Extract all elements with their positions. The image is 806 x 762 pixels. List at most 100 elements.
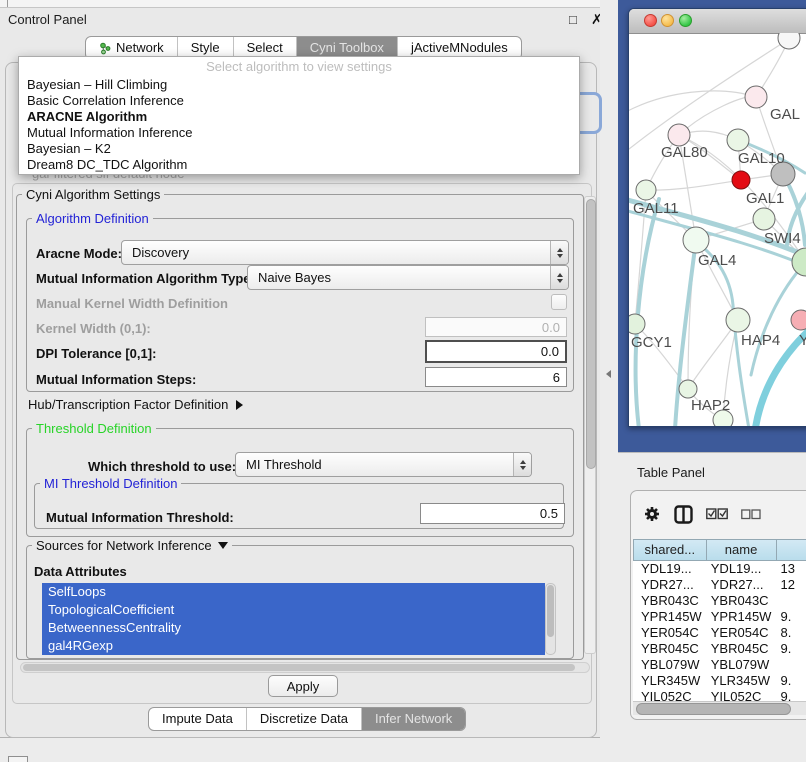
table-row[interactable]: YBR043CYBR043C	[633, 593, 806, 609]
network-node[interactable]	[679, 380, 697, 398]
table-row[interactable]: YBL079WYBL079W	[633, 657, 806, 673]
table-row[interactable]: YDR27...YDR27...12	[633, 577, 806, 593]
zoom-window-icon[interactable]	[679, 14, 692, 27]
collapse-icon[interactable]	[218, 542, 228, 549]
threshold-definition-title: Threshold Definition	[32, 421, 156, 436]
node-label: GAL11	[633, 200, 679, 217]
table-cell: YBL079W	[633, 657, 707, 673]
algorithm-option-mutual-information-inference[interactable]: Mutual Information Inference	[19, 125, 579, 141]
algorithm-option-dream8-dc-tdc-algorithm[interactable]: Dream8 DC_TDC Algorithm	[19, 157, 579, 173]
attribute-item-selfloops[interactable]: SelfLoops	[42, 583, 545, 601]
network-node[interactable]	[636, 180, 656, 200]
hub-definition-expander[interactable]: Hub/Transcription Factor Definition	[28, 397, 243, 412]
attributes-scrollbar-thumb[interactable]	[547, 585, 554, 637]
table-cell: YBL079W	[707, 657, 777, 673]
network-node[interactable]	[629, 314, 645, 334]
table-hscroll-thumb[interactable]	[636, 703, 791, 715]
settings-horizontal-scrollbar[interactable]	[20, 662, 590, 673]
table-row[interactable]: YER054CYER054C8.	[633, 625, 806, 641]
collapse-left-icon[interactable]	[606, 370, 611, 378]
algorithm-option-basic-correlation-inference[interactable]: Basic Correlation Inference	[19, 93, 579, 109]
network-node[interactable]	[778, 33, 800, 49]
network-node[interactable]	[791, 310, 806, 330]
attribute-item-topologicalcoefficient[interactable]: TopologicalCoefficient	[42, 601, 545, 619]
algorithm-option-bayesian-k2[interactable]: Bayesian – K2	[19, 141, 579, 157]
table-cell: 8.	[777, 625, 806, 641]
network-window-titlebar[interactable]	[629, 9, 806, 34]
settings-vscroll-thumb[interactable]	[586, 199, 596, 469]
column-header-extra[interactable]	[777, 539, 806, 561]
table-row[interactable]: YLR345WYLR345W9.	[633, 673, 806, 689]
table-row[interactable]: YPR145WYPR145W9.	[633, 609, 806, 625]
table-row[interactable]: YBR045CYBR045C9.	[633, 641, 806, 657]
minimize-window-icon[interactable]	[661, 14, 674, 27]
table-panel-window: shared...name YDL19...YDL19...13YDR27...…	[630, 490, 806, 720]
manual-kernel-checkbox[interactable]	[551, 294, 567, 310]
table-header-row: shared...name	[633, 539, 806, 561]
mi-steps-field[interactable]: 6	[425, 367, 567, 387]
network-edge[interactable]	[629, 91, 756, 113]
network-node[interactable]	[753, 208, 775, 230]
network-node[interactable]	[726, 308, 750, 332]
node-label: GAL10	[738, 150, 785, 167]
attributes-scrollbar[interactable]	[545, 583, 556, 655]
apply-button[interactable]: Apply	[268, 675, 338, 697]
stepper-arrows-icon	[513, 453, 531, 476]
algorithm-option-aracne-algorithm[interactable]: ARACNE Algorithm	[19, 109, 579, 125]
table-panel-titlebar: Table Panel	[618, 452, 806, 489]
algorithm-dropdown: Select algorithm to view settings Bayesi…	[18, 56, 580, 175]
mi-threshold-field[interactable]: 0.5	[420, 503, 565, 524]
which-threshold-select[interactable]: MI Threshold	[235, 452, 532, 477]
network-node[interactable]	[745, 86, 767, 108]
table-cell: YPR145W	[633, 609, 707, 625]
bottom-tab-discretize-data[interactable]: Discretize Data	[246, 708, 361, 730]
node-label: Y	[799, 332, 806, 349]
bottom-tab-impute-data[interactable]: Impute Data	[149, 708, 246, 730]
attribute-item-betweennesscentrality[interactable]: BetweennessCentrality	[42, 619, 545, 637]
network-edge[interactable]	[679, 96, 756, 135]
settings-vertical-scrollbar[interactable]	[584, 196, 596, 654]
table-cell: 9.	[777, 641, 806, 657]
network-edge[interactable]	[636, 199, 659, 426]
algorithm-definition-title: Algorithm Definition	[32, 211, 153, 226]
network-node[interactable]	[668, 124, 690, 146]
bottom-tab-infer-network[interactable]: Infer Network	[361, 708, 465, 730]
select-checkboxes-icon[interactable]	[706, 508, 728, 520]
stepper-arrows-icon	[550, 241, 568, 264]
clear-checkboxes-icon[interactable]	[741, 509, 761, 520]
column-header-shared[interactable]: shared...	[633, 539, 707, 561]
table-cell: YBR043C	[633, 593, 707, 609]
gear-icon[interactable]	[643, 505, 661, 523]
kernel-width-field[interactable]: 0.0	[425, 317, 567, 337]
table-cell: YER054C	[633, 625, 707, 641]
float-panel-icon[interactable]: □	[569, 12, 577, 27]
table-cell: YDR27...	[707, 577, 777, 593]
table-cell: YIL052C	[633, 689, 707, 701]
network-node[interactable]	[727, 129, 749, 151]
network-window[interactable]: GALGAL80GAL10GAL1GAL11SWI4GAL4HAP4YGCY1H…	[628, 8, 806, 427]
settings-hscroll-thumb[interactable]	[23, 664, 575, 671]
manual-kernel-label: Manual Kernel Width Definition	[36, 296, 228, 311]
close-window-icon[interactable]	[644, 14, 657, 27]
aracne-mode-select[interactable]: Discovery	[121, 240, 569, 265]
table-row[interactable]: YDL19...YDL19...13	[633, 561, 806, 577]
columns-icon[interactable]	[674, 505, 693, 524]
algorithm-option-bayesian-hill-climbing[interactable]: Bayesian – Hill Climbing	[19, 77, 579, 93]
mi-type-value: Naive Bayes	[248, 270, 550, 285]
table-horizontal-scrollbar[interactable]	[633, 701, 806, 715]
network-canvas[interactable]: GALGAL80GAL10GAL1GAL11SWI4GAL4HAP4YGCY1H…	[629, 33, 806, 426]
table-row[interactable]: YIL052CYIL052C9.	[633, 689, 806, 701]
panel-divider[interactable]	[600, 0, 618, 762]
table-cell	[777, 657, 806, 673]
column-header-name[interactable]: name	[707, 539, 777, 561]
mi-type-select[interactable]: Naive Bayes	[247, 265, 569, 290]
dpi-tolerance-field[interactable]: 0.0	[425, 340, 567, 363]
network-node[interactable]	[683, 227, 709, 253]
table-cell: YDL19...	[633, 561, 707, 577]
attribute-item-gal4rgexp[interactable]: gal4RGexp	[42, 637, 545, 655]
bottom-left-widget[interactable]	[8, 756, 28, 762]
network-icon	[99, 42, 111, 55]
network-edge[interactable]	[646, 180, 741, 190]
panel-title: Control Panel	[8, 12, 87, 27]
network-node[interactable]	[732, 171, 750, 189]
